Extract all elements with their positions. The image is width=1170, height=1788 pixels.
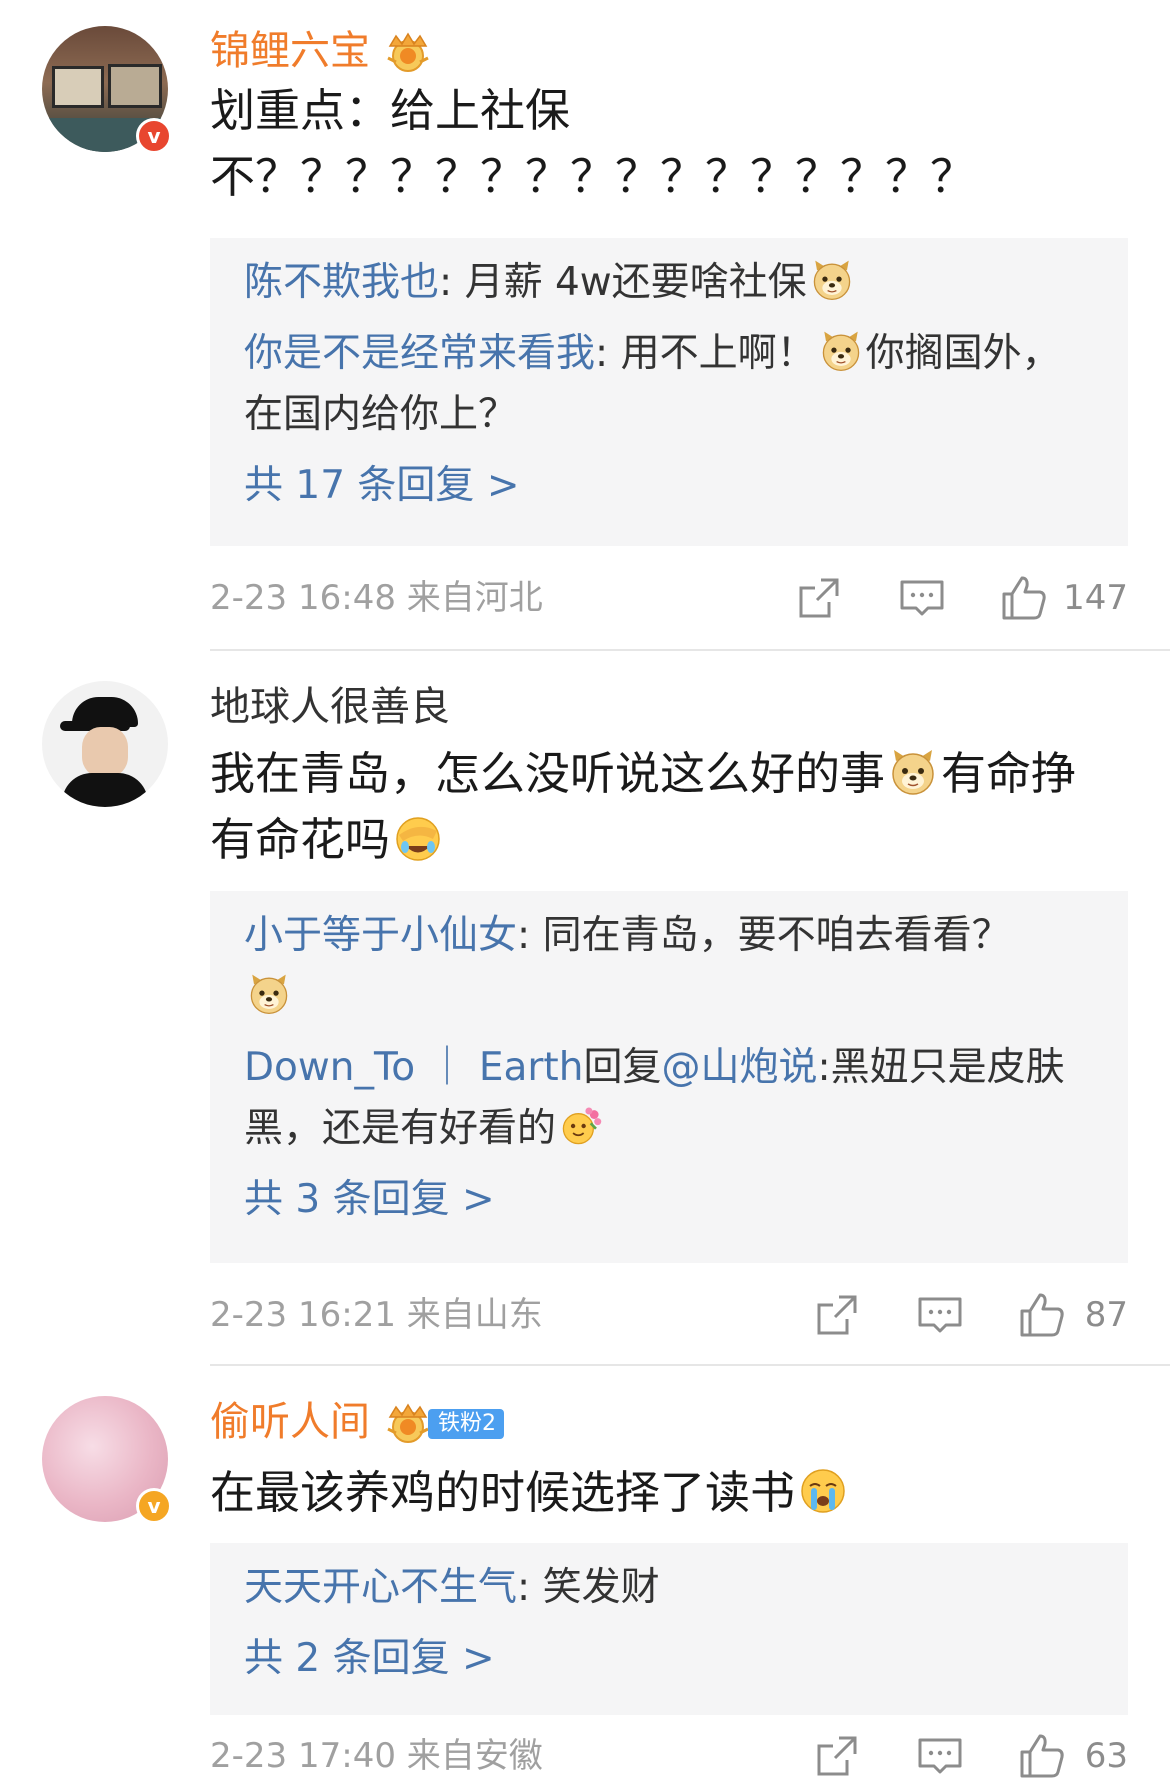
username[interactable]: 偷听人间 铁粉2 xyxy=(210,1397,504,1447)
reply-line: 小于等于小仙女: 同在青岛，要不咱去看看？ xyxy=(244,905,1094,1027)
avatar[interactable]: v xyxy=(42,26,172,154)
crying-emoji xyxy=(798,1466,848,1516)
like-thumb-icon[interactable] xyxy=(1000,574,1048,622)
reply-preview[interactable]: 天天开心不生气: 笑发财 共 2 条回复 > xyxy=(210,1543,1128,1715)
fan-level-badge: 铁粉2 xyxy=(428,1409,504,1439)
timestamp: 2-23 16:48 来自河北 xyxy=(210,578,543,618)
username[interactable]: 地球人很善良 xyxy=(210,682,450,732)
doge-emoji xyxy=(810,258,854,302)
comment-icon[interactable] xyxy=(898,574,946,622)
comment-text: 划重点：给上社保 不？？？？？？？？？？？？？？？？ xyxy=(210,84,976,203)
comment-text: 我在青岛，怎么没听说这么好的事 有命挣 有命花吗 xyxy=(210,747,1077,866)
verified-v-icon: v xyxy=(136,1488,172,1524)
reply-line: Down_To ｜ Earth回复@山炮说:黑妞只是皮肤黑，还是有好看的 xyxy=(244,1045,1065,1151)
like-count: 87 xyxy=(1084,1295,1128,1335)
like-thumb-icon[interactable] xyxy=(1018,1291,1066,1339)
crown-badge-icon xyxy=(382,32,434,74)
share-icon[interactable] xyxy=(813,1732,861,1780)
share-icon[interactable] xyxy=(795,574,843,622)
avatar[interactable]: v xyxy=(42,1396,172,1524)
comment-meta: 2-23 16:48 来自河北 147 xyxy=(210,568,1130,628)
doge-emoji xyxy=(888,747,938,797)
reply-preview[interactable]: 陈不欺我也: 月薪 4w还要啥社保 你是不是经常来看我: 用不上啊！ 你搁国外，在… xyxy=(210,238,1128,546)
reply-author[interactable]: 小于等于小仙女 xyxy=(244,913,517,958)
reply-preview[interactable]: 小于等于小仙女: 同在青岛，要不咱去看看？ Down_To ｜ Earth回复@… xyxy=(210,891,1128,1263)
reply-author[interactable]: 陈不欺我也 xyxy=(244,260,439,305)
reply-line: 陈不欺我也: 月薪 4w还要啥社保 xyxy=(244,252,1094,313)
doge-emoji xyxy=(247,972,291,1016)
reply-line: 你是不是经常来看我: 用不上啊！ 你搁国外，在国内给你上？ xyxy=(244,329,1061,437)
timestamp: 2-23 17:40 来自安徽 xyxy=(210,1736,543,1776)
timestamp: 2-23 16:21 来自山东 xyxy=(210,1295,543,1335)
username[interactable]: 锦鲤六宝 xyxy=(210,26,434,76)
avatar[interactable] xyxy=(42,681,168,807)
doge-emoji xyxy=(819,329,863,373)
view-more-replies-link[interactable]: 共 3 条回复 > xyxy=(244,1169,1094,1230)
view-more-replies-link[interactable]: 共 17 条回复 > xyxy=(244,455,1094,516)
like-count: 147 xyxy=(1063,578,1128,618)
divider xyxy=(210,649,1170,651)
reply-line: 天天开心不生气: 笑发财 xyxy=(244,1565,660,1610)
comment-meta: 2-23 16:21 来自山东 87 xyxy=(210,1285,1130,1345)
flower-face-emoji xyxy=(559,1104,603,1148)
reply-author[interactable]: Down_To ｜ Earth xyxy=(244,1045,583,1090)
crown-badge-icon xyxy=(382,1403,434,1445)
like-count: 63 xyxy=(1084,1736,1128,1776)
share-icon[interactable] xyxy=(813,1291,861,1339)
divider xyxy=(210,1364,1170,1366)
comment-icon[interactable] xyxy=(916,1291,964,1339)
facepalm-laugh-emoji xyxy=(393,813,443,863)
comment-meta: 2-23 17:40 来自安徽 63 xyxy=(210,1726,1130,1786)
mention-link[interactable]: @山炮说 xyxy=(661,1045,817,1090)
like-thumb-icon[interactable] xyxy=(1018,1732,1066,1780)
verified-v-icon: v xyxy=(136,118,172,154)
reply-author[interactable]: 天天开心不生气 xyxy=(244,1565,517,1610)
comment-icon[interactable] xyxy=(916,1732,964,1780)
view-more-replies-link[interactable]: 共 2 条回复 > xyxy=(244,1628,1094,1689)
comment-text: 在最该养鸡的时候选择了读书 xyxy=(210,1460,1130,1526)
reply-author[interactable]: 你是不是经常来看我 xyxy=(244,331,595,376)
